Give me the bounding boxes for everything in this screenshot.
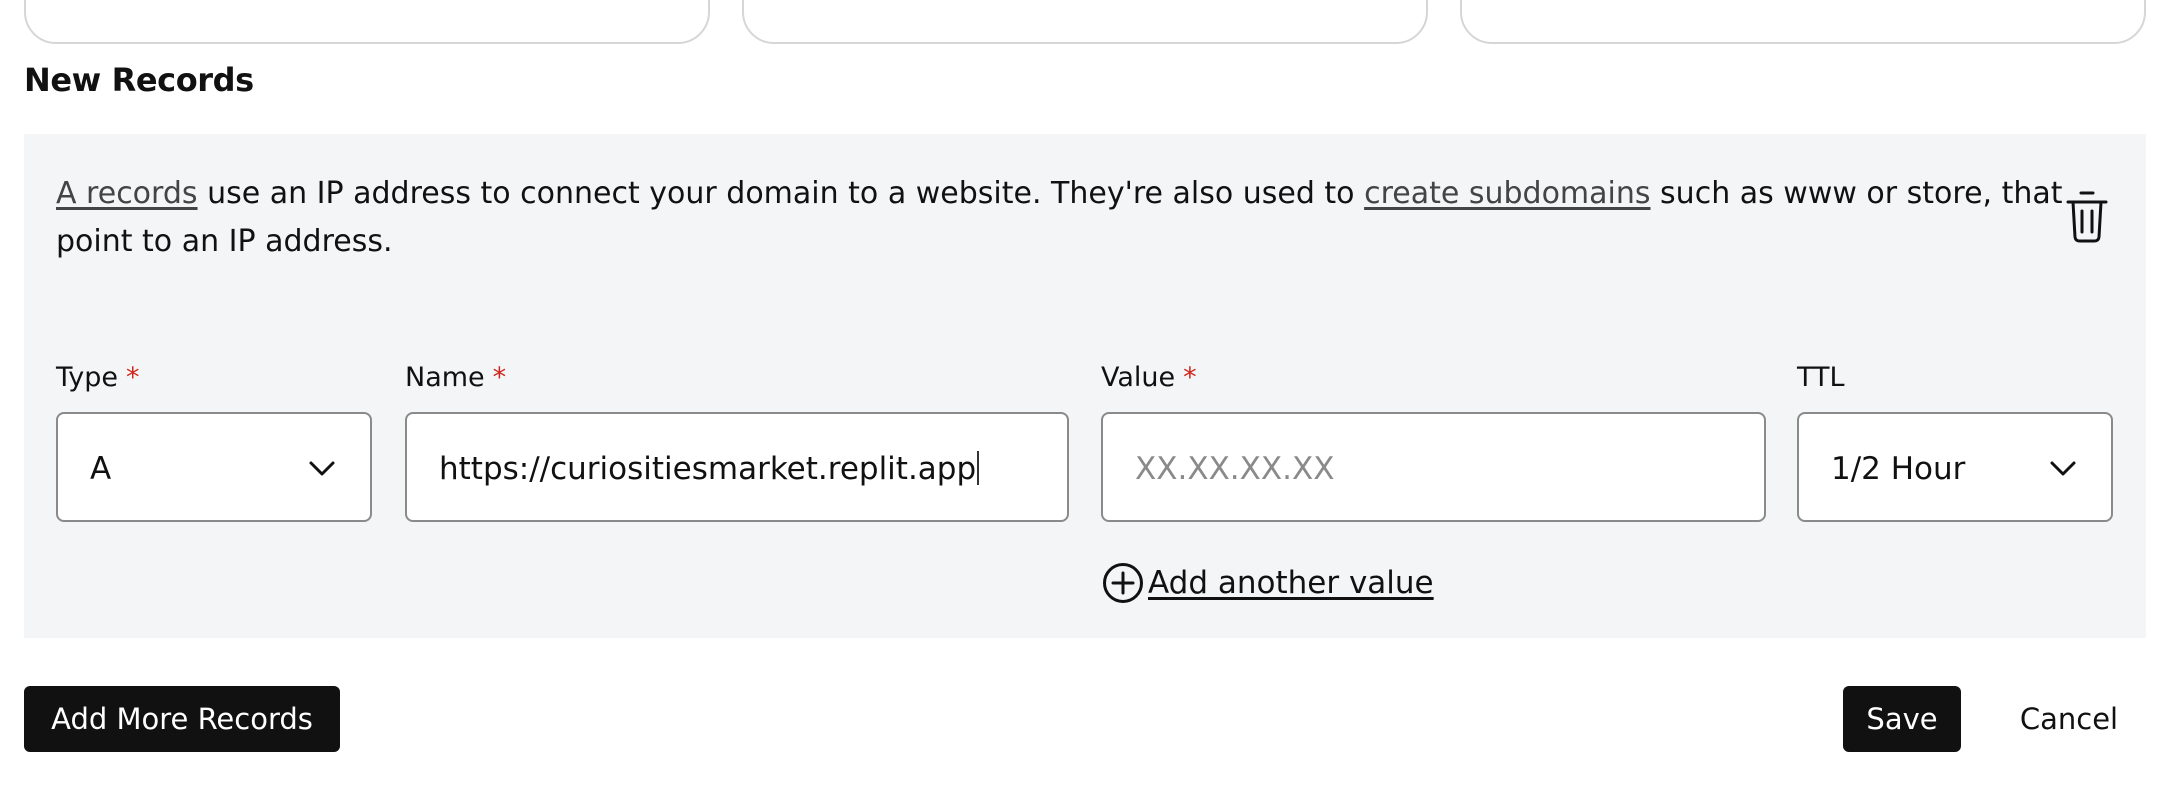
name-label: Name * <box>405 360 506 396</box>
delete-record-button[interactable] <box>2064 190 2110 244</box>
create-subdomains-link[interactable]: create subdomains <box>1364 176 1650 211</box>
text-cursor <box>977 451 980 485</box>
top-cards-row <box>0 0 2172 46</box>
ttl-label: TTL <box>1797 360 1845 396</box>
new-record-panel: A records use an IP address to connect y… <box>24 134 2146 638</box>
top-card[interactable] <box>1460 0 2146 44</box>
type-label-text: Type <box>56 362 119 393</box>
a-records-link[interactable]: A records <box>56 176 198 211</box>
value-label: Value * <box>1101 360 1197 396</box>
chevron-down-icon <box>2050 461 2076 476</box>
value-input-placeholder: XX.XX.XX.XX <box>1135 451 1335 487</box>
add-more-records-button[interactable]: Add More Records <box>24 686 340 752</box>
add-another-value-label: Add another value <box>1148 565 1434 601</box>
section-title: New Records <box>24 61 254 99</box>
record-description: A records use an IP address to connect y… <box>56 170 2066 266</box>
required-indicator: * <box>492 362 507 393</box>
name-input-text: https://curiositiesmarket.replit.app <box>439 451 977 487</box>
type-selected-value: A <box>90 451 112 487</box>
description-text: use an IP address to connect your domain… <box>197 176 1365 211</box>
name-input[interactable]: https://curiositiesmarket.replit.app <box>405 412 1069 522</box>
top-card[interactable] <box>24 0 710 44</box>
plus-circle-icon <box>1103 563 1143 603</box>
top-card[interactable] <box>742 0 1428 44</box>
required-indicator: * <box>1183 362 1197 393</box>
type-select[interactable]: A <box>56 412 372 522</box>
type-label: Type * <box>56 360 140 396</box>
trash-icon <box>2066 191 2108 243</box>
save-button[interactable]: Save <box>1843 686 1961 752</box>
ttl-selected-value: 1/2 Hour <box>1831 451 1966 487</box>
required-indicator: * <box>126 362 140 393</box>
cancel-button[interactable]: Cancel <box>2018 686 2120 752</box>
chevron-down-icon <box>309 461 335 476</box>
name-label-text: Name <box>405 362 485 393</box>
ttl-select[interactable]: 1/2 Hour <box>1797 412 2113 522</box>
name-input-value: https://curiositiesmarket.replit.app <box>439 449 980 489</box>
value-label-text: Value <box>1101 362 1176 393</box>
ttl-label-text: TTL <box>1797 362 1845 393</box>
value-input[interactable]: XX.XX.XX.XX <box>1101 412 1766 522</box>
